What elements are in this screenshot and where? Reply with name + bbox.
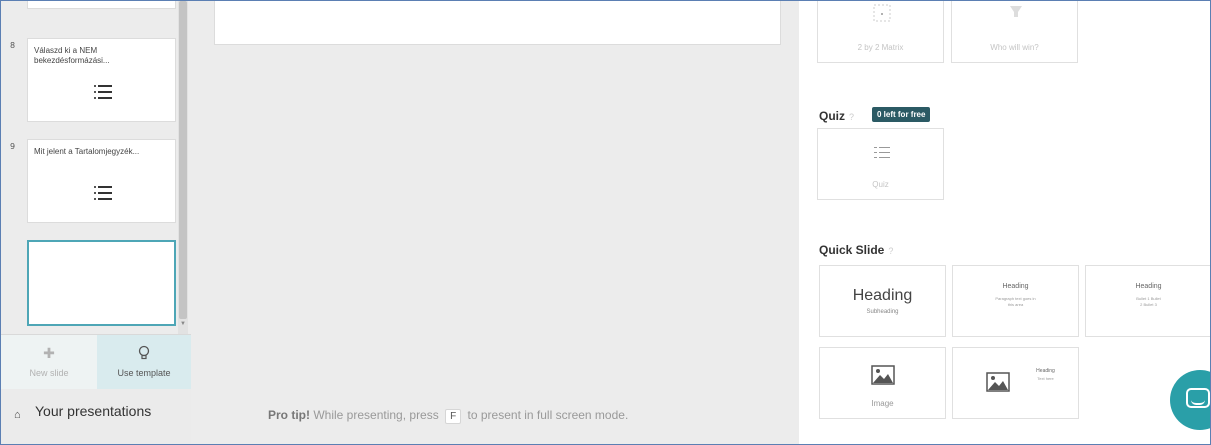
keyboard-key-f: F bbox=[445, 409, 462, 424]
matrix-icon bbox=[873, 4, 891, 22]
image-slide-tile[interactable]: Image bbox=[819, 347, 946, 419]
image-text-slide-tile[interactable]: Heading Text here bbox=[952, 347, 1079, 419]
slide-thumbnail-previous[interactable] bbox=[27, 1, 176, 9]
sidebar-actions: ✚ New slide Use template bbox=[1, 334, 191, 389]
home-icon: ⌂ bbox=[14, 409, 21, 421]
slide-type-panel: 2 by 2 Matrix Who will win? Quiz? 0 left… bbox=[799, 1, 1210, 444]
quiz-tile[interactable]: Quiz bbox=[817, 128, 944, 200]
pro-tip-text-after: to present in full screen mode. bbox=[467, 408, 629, 422]
slide-thumbnail[interactable]: Válaszd ki a NEM bekezdésformázási... bbox=[27, 38, 176, 122]
heading-slide-tile[interactable]: Heading Subheading bbox=[819, 265, 946, 337]
heading-text-slide-tile[interactable]: Heading Paragraph text goes in this area bbox=[952, 265, 1079, 337]
image-tile-label: Image bbox=[871, 399, 894, 408]
heading-bullets-tile-heading: Heading bbox=[1135, 283, 1162, 290]
use-template-label: Use template bbox=[117, 368, 171, 378]
help-icon[interactable]: ? bbox=[888, 246, 893, 256]
image-icon bbox=[986, 372, 1010, 392]
sidebar-scrollbar-thumb[interactable] bbox=[179, 1, 187, 319]
heading-text-tile-text: Paragraph text goes in this area bbox=[995, 296, 1036, 307]
quick-slide-section-title: Quick Slide? bbox=[819, 243, 894, 257]
your-presentations-label: Your presentations bbox=[35, 403, 152, 419]
who-will-win-tile[interactable]: Who will win? bbox=[951, 1, 1078, 63]
heading-tile-subheading: Subheading bbox=[866, 309, 899, 315]
trophy-icon bbox=[1010, 6, 1022, 17]
image-icon bbox=[871, 365, 895, 385]
image-text-tile-heading: Heading bbox=[1036, 368, 1055, 374]
your-presentations-link[interactable]: ⌂ Your presentations bbox=[1, 389, 191, 444]
use-template-button[interactable]: Use template bbox=[97, 335, 191, 389]
new-slide-button[interactable]: ✚ New slide bbox=[1, 335, 97, 389]
image-text-tile-text: Text here bbox=[1037, 376, 1054, 381]
matrix-tile-label: 2 by 2 Matrix bbox=[857, 43, 904, 52]
editor-area: Pro tip! While presenting, press F to pr… bbox=[191, 1, 799, 444]
who-will-win-label: Who will win? bbox=[990, 43, 1039, 52]
plus-icon: ✚ bbox=[43, 345, 55, 361]
slide-thumbnail-title: Válaszd ki a NEM bekezdésformázási... bbox=[34, 46, 110, 65]
slide-number: 8 bbox=[10, 41, 16, 50]
slide-list: 8 Válaszd ki a NEM bekezdésformázási... … bbox=[1, 1, 191, 334]
help-icon[interactable]: ? bbox=[849, 112, 854, 122]
new-slide-label: New slide bbox=[29, 368, 69, 378]
heading-bullets-slide-tile[interactable]: Heading Bullet 1 Bullet 2 Bullet 3 bbox=[1085, 265, 1210, 337]
heading-tile-heading: Heading bbox=[852, 287, 913, 304]
slide-sidebar: 8 Válaszd ki a NEM bekezdésformázási... … bbox=[1, 1, 191, 444]
pro-tip: Pro tip! While presenting, press F to pr… bbox=[268, 408, 628, 424]
slide-thumbnail-selected[interactable] bbox=[27, 240, 176, 326]
quiz-icon bbox=[874, 147, 890, 158]
pro-tip-text-before: While presenting, press bbox=[313, 408, 439, 422]
app-window: 8 Válaszd ki a NEM bekezdésformázási... … bbox=[0, 0, 1211, 445]
scroll-down-arrow-icon[interactable]: ▼ bbox=[180, 321, 186, 327]
heading-bullets-tile-text: Bullet 1 Bullet 2 Bullet 3 bbox=[1136, 296, 1161, 307]
heading-text-tile-heading: Heading bbox=[1002, 283, 1029, 290]
quiz-list-icon bbox=[94, 85, 112, 99]
slide-number: 9 bbox=[10, 142, 16, 151]
chat-icon bbox=[1186, 388, 1210, 408]
pro-tip-label: Pro tip! bbox=[268, 408, 310, 422]
quiz-list-icon bbox=[94, 186, 112, 200]
quiz-section-title: Quiz? bbox=[819, 109, 855, 123]
quiz-free-badge: 0 left for free bbox=[872, 107, 931, 122]
slide-thumbnail[interactable]: Mit jelent a Tartalomjegyzék... bbox=[27, 139, 176, 223]
lightbulb-icon bbox=[138, 345, 150, 360]
slide-thumbnail-title: Mit jelent a Tartalomjegyzék... bbox=[34, 147, 140, 156]
quiz-tile-label: Quiz bbox=[872, 180, 889, 189]
slide-canvas[interactable] bbox=[214, 1, 781, 45]
matrix-slide-tile[interactable]: 2 by 2 Matrix bbox=[817, 1, 944, 63]
